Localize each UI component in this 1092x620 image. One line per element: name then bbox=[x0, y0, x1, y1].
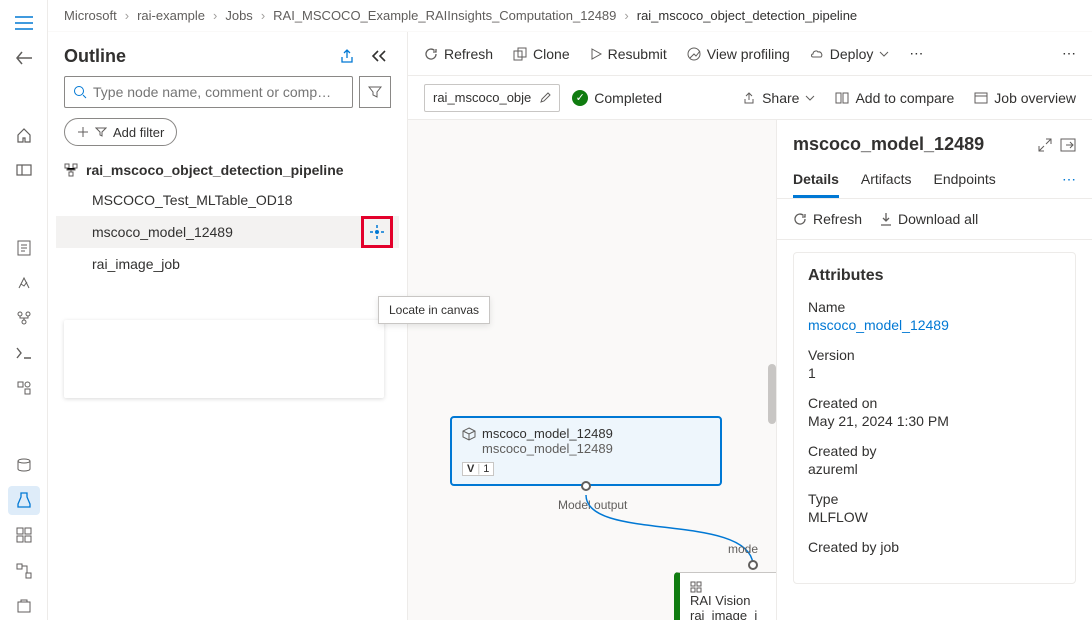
job-toolbar: Refresh Clone Resubmit View profiling De… bbox=[408, 32, 1092, 76]
tree-item[interactable]: rai_image_job bbox=[56, 248, 399, 280]
preview-thumbnail bbox=[64, 320, 384, 398]
attributes-heading: Attributes bbox=[808, 267, 1061, 285]
attr-value: 1 bbox=[808, 365, 1061, 381]
automl-icon[interactable] bbox=[8, 268, 40, 297]
tab-endpoints[interactable]: Endpoints bbox=[934, 161, 996, 198]
crumb-3[interactable]: RAI_MSCOCO_Example_RAIInsights_Computati… bbox=[273, 8, 616, 23]
data-icon[interactable] bbox=[8, 451, 40, 480]
outline-panel: Outline Add filter bbox=[48, 32, 408, 620]
plus-icon bbox=[77, 126, 89, 138]
expand-icon[interactable] bbox=[1038, 138, 1052, 152]
hamburger-icon[interactable] bbox=[8, 8, 40, 37]
edge bbox=[583, 492, 763, 572]
tree-item-label: MSCOCO_Test_MLTable_OD18 bbox=[92, 192, 292, 208]
status-badge: ✓Completed bbox=[572, 90, 662, 106]
canvas-node-rai[interactable]: RAI Vision rai_image_j V|0.0.16 bbox=[674, 572, 776, 620]
tab-details[interactable]: Details bbox=[793, 161, 839, 198]
attr-value: May 21, 2024 1:30 PM bbox=[808, 413, 1061, 429]
resubmit-button[interactable]: Resubmit bbox=[590, 46, 667, 62]
attr-value: MLFLOW bbox=[808, 509, 1061, 525]
job-overview-button[interactable]: Job overview bbox=[974, 90, 1076, 106]
attr-label: Created by bbox=[808, 443, 1061, 459]
collapse-icon[interactable] bbox=[367, 44, 391, 68]
edit-icon[interactable] bbox=[539, 92, 551, 104]
flow-icon[interactable] bbox=[8, 556, 40, 585]
tabs-more-icon[interactable]: ⋯ bbox=[1062, 161, 1076, 198]
add-to-compare-button[interactable]: Add to compare bbox=[835, 90, 954, 106]
tree-item-label: rai_image_job bbox=[92, 256, 180, 272]
canvas-scrollbar[interactable] bbox=[768, 364, 776, 424]
attr-name-link[interactable]: mscoco_model_12489 bbox=[808, 317, 1061, 333]
output-port[interactable] bbox=[581, 481, 591, 491]
terminal-icon[interactable] bbox=[8, 338, 40, 367]
toolbar-more-icon[interactable]: ⋯ bbox=[909, 45, 923, 62]
input-port[interactable] bbox=[748, 560, 758, 570]
download-all-button[interactable]: Download all bbox=[880, 211, 978, 227]
filter-icon[interactable] bbox=[359, 76, 391, 108]
chevron-down-icon bbox=[805, 95, 815, 101]
attr-label: Created on bbox=[808, 395, 1061, 411]
notes-icon[interactable] bbox=[8, 233, 40, 262]
crumb-2[interactable]: Jobs bbox=[225, 8, 252, 23]
nav-rail bbox=[0, 0, 48, 620]
models-icon[interactable] bbox=[8, 591, 40, 620]
chevron-down-icon bbox=[879, 51, 889, 57]
edge-label: mode bbox=[728, 542, 758, 556]
details-refresh-button[interactable]: Refresh bbox=[793, 211, 862, 227]
share-icon[interactable] bbox=[335, 44, 359, 68]
crumb-0[interactable]: Microsoft bbox=[64, 8, 117, 23]
canvas-node-model[interactable]: mscoco_model_12489 mscoco_model_12489 V|… bbox=[450, 416, 722, 486]
outline-title: Outline bbox=[64, 46, 327, 67]
share-button[interactable]: Share bbox=[742, 90, 815, 106]
breadcrumb: Microsoft› rai-example› Jobs› RAI_MSCOCO… bbox=[48, 0, 1092, 32]
search-input[interactable] bbox=[64, 76, 353, 108]
tree-root[interactable]: rai_mscoco_object_detection_pipeline bbox=[56, 156, 399, 184]
jobs-icon[interactable] bbox=[8, 486, 40, 515]
job-subbar: rai_mscoco_obje ✓Completed Share Add to … bbox=[408, 76, 1092, 120]
refresh-button[interactable]: Refresh bbox=[424, 46, 493, 62]
attr-label: Version bbox=[808, 347, 1061, 363]
attr-label: Type bbox=[808, 491, 1061, 507]
details-panel: mscoco_model_12489 Details Artifacts End… bbox=[776, 120, 1092, 620]
view-profiling-button[interactable]: View profiling bbox=[687, 46, 790, 62]
tooltip: Locate in canvas bbox=[378, 296, 490, 324]
funnel-icon bbox=[95, 127, 107, 137]
tree-item[interactable]: MSCOCO_Test_MLTable_OD18 bbox=[56, 184, 399, 216]
back-icon[interactable] bbox=[8, 43, 40, 72]
attr-label: Name bbox=[808, 299, 1061, 315]
panel-more-icon[interactable]: ⋯ bbox=[1062, 45, 1076, 62]
add-filter-button[interactable]: Add filter bbox=[64, 118, 177, 146]
attr-label: Created by job bbox=[808, 539, 1061, 555]
home-icon[interactable] bbox=[8, 121, 40, 150]
components-icon[interactable] bbox=[8, 373, 40, 402]
details-tabs: Details Artifacts Endpoints ⋯ bbox=[777, 161, 1092, 199]
crumb-current: rai_mscoco_object_detection_pipeline bbox=[637, 8, 857, 23]
search-icon bbox=[73, 85, 87, 99]
tab-artifacts[interactable]: Artifacts bbox=[861, 161, 912, 198]
pipeline-root-icon bbox=[64, 163, 78, 177]
pipeline-icon[interactable] bbox=[8, 303, 40, 332]
grid-icon bbox=[690, 581, 702, 593]
tree-item-label: mscoco_model_12489 bbox=[92, 224, 233, 240]
details-title: mscoco_model_12489 bbox=[793, 134, 1030, 155]
pipeline-canvas[interactable]: mscoco_model_12489 mscoco_model_12489 V|… bbox=[408, 120, 776, 620]
workspace-icon[interactable] bbox=[8, 156, 40, 185]
tree-item[interactable]: mscoco_model_12489 bbox=[56, 216, 399, 248]
locate-in-canvas-icon[interactable] bbox=[363, 218, 391, 246]
popout-icon[interactable] bbox=[1060, 138, 1076, 152]
job-name-field[interactable]: rai_mscoco_obje bbox=[424, 84, 560, 112]
crumb-1[interactable]: rai-example bbox=[137, 8, 205, 23]
clone-button[interactable]: Clone bbox=[513, 46, 570, 62]
tree-root-label: rai_mscoco_object_detection_pipeline bbox=[86, 162, 344, 178]
cube-icon bbox=[462, 427, 476, 441]
deploy-button[interactable]: Deploy bbox=[810, 46, 890, 62]
grid-icon[interactable] bbox=[8, 521, 40, 550]
attr-value: azureml bbox=[808, 461, 1061, 477]
add-filter-label: Add filter bbox=[113, 125, 164, 140]
